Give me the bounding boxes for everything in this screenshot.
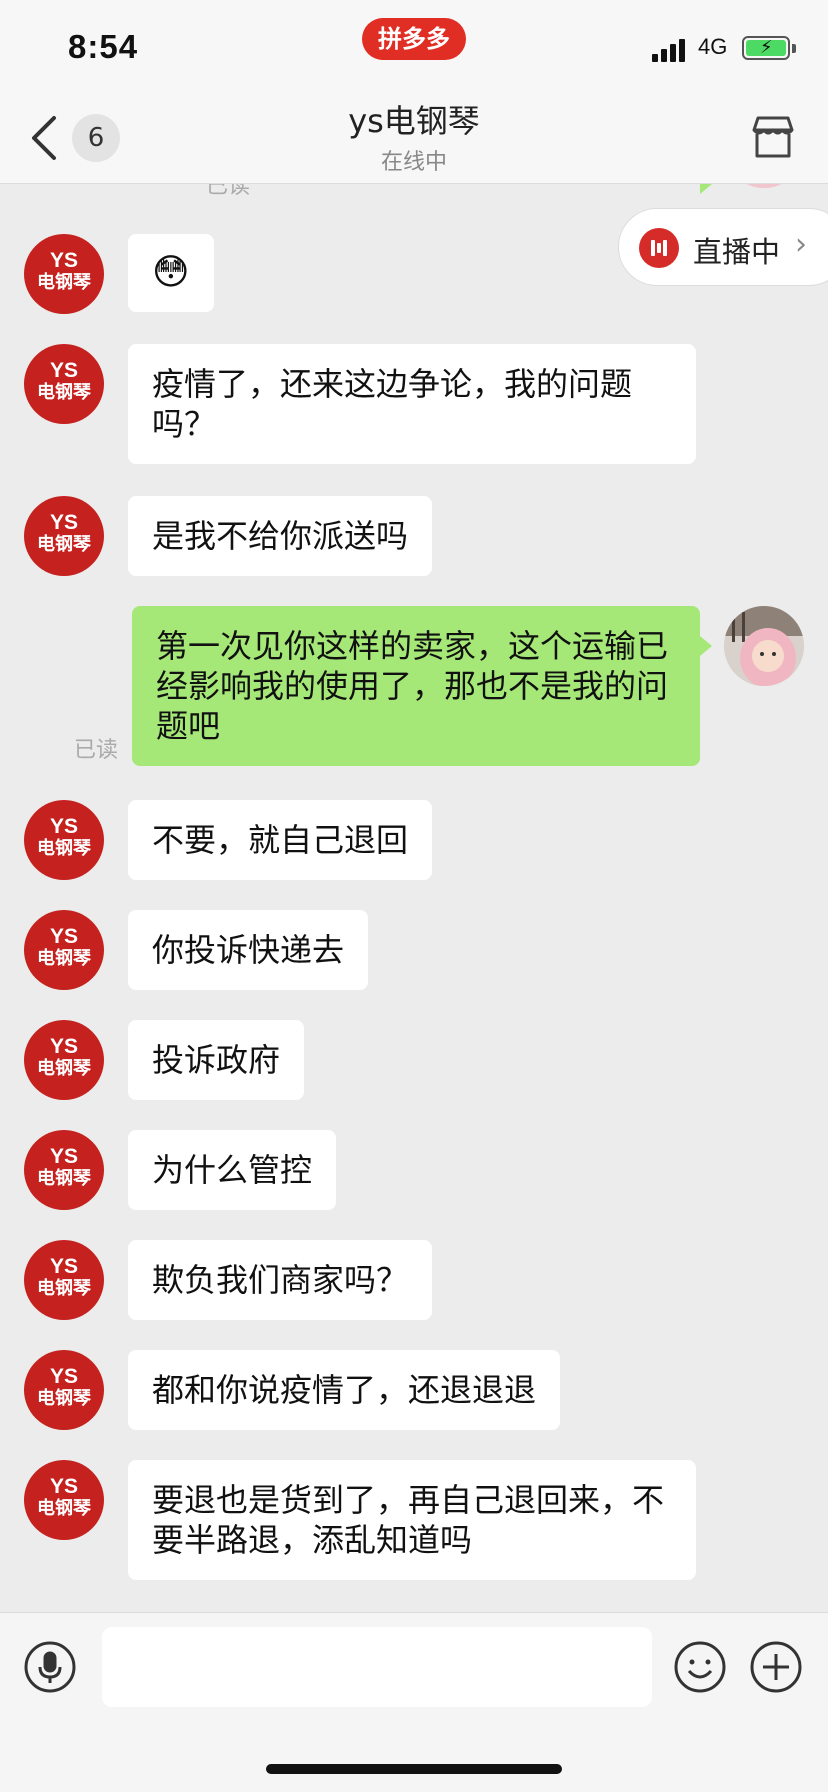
seller-avatar[interactable]: YS 电钢琴: [24, 344, 104, 424]
message-bubble: 疫情了，还来这边争论，我的问题吗？: [128, 344, 696, 464]
plus-circle-icon: [750, 1641, 802, 1693]
emoji-button[interactable]: [674, 1641, 726, 1693]
message-bubble: 要退也是货到了，再自己退回来，不要半路退，添乱知道吗: [128, 1460, 696, 1580]
cellular-signal-icon: [652, 39, 685, 62]
home-indicator[interactable]: [266, 1764, 562, 1774]
storefront-icon: [752, 116, 794, 158]
read-status: 已读: [74, 738, 119, 763]
smiley-icon: [674, 1641, 726, 1693]
online-status: 在线中: [380, 150, 447, 175]
user-avatar[interactable]: [724, 606, 804, 686]
live-label: 直播中: [693, 235, 781, 269]
seller-avatar[interactable]: YS 电钢琴: [24, 910, 104, 990]
battery-charging-icon: ⚡: [742, 36, 790, 60]
live-bars-icon: [639, 228, 679, 268]
user-avatar[interactable]: [724, 184, 804, 188]
message-input[interactable]: [102, 1627, 652, 1707]
message-bubble: 欺负我们商家吗？: [128, 1240, 433, 1320]
user-message-bubble: 第一次见你这样的卖家，这个运输已经影响我的使用了，那也不是我的问题吧: [132, 606, 712, 766]
seller-avatar[interactable]: YS 电钢琴: [24, 496, 104, 576]
page-title: ys电钢琴: [348, 102, 480, 140]
previous-read-status: 已读: [206, 184, 251, 199]
seller-avatar[interactable]: YS 电钢琴: [24, 1020, 104, 1100]
seller-avatar[interactable]: YS 电钢琴: [24, 1240, 104, 1320]
seller-avatar[interactable]: YS 电钢琴: [24, 1350, 104, 1430]
store-button[interactable]: [748, 112, 798, 162]
message-bubble: 是我不给你派送吗: [128, 496, 433, 576]
message-bubble: 你投诉快递去: [128, 910, 369, 990]
message-bubble: 都和你说疫情了，还退退退: [128, 1350, 561, 1430]
more-button[interactable]: [750, 1641, 802, 1693]
status-time: 8:54: [68, 28, 139, 65]
chat-list[interactable]: 已读 直播中 › YS 电钢琴 😳 YS 电钢琴 疫情了，还来这边争论，我的问题吗？…: [0, 184, 828, 1612]
battery-cap: [792, 44, 796, 53]
network-type: 4G: [698, 34, 728, 59]
message-bubble: 投诉政府: [128, 1020, 305, 1100]
message-bubble: 😳: [128, 234, 214, 312]
seller-avatar[interactable]: YS 电钢琴: [24, 1130, 104, 1210]
app-badge: 拼多多: [362, 18, 466, 60]
microphone-icon: [24, 1641, 76, 1693]
chat-header: 6 ys电钢琴 在线中: [0, 92, 828, 184]
seller-avatar[interactable]: YS 电钢琴: [24, 1460, 104, 1540]
live-stream-banner[interactable]: 直播中 ›: [618, 208, 828, 286]
message-bubble: 不要，就自己退回: [128, 800, 433, 880]
voice-button[interactable]: [24, 1641, 76, 1693]
chevron-right-icon: ›: [795, 227, 807, 262]
status-bar: 8:54 拼多多 4G ⚡: [0, 0, 828, 92]
seller-avatar[interactable]: YS 电钢琴: [24, 234, 104, 314]
seller-avatar[interactable]: YS 电钢琴: [24, 800, 104, 880]
message-bubble: 为什么管控: [128, 1130, 337, 1210]
